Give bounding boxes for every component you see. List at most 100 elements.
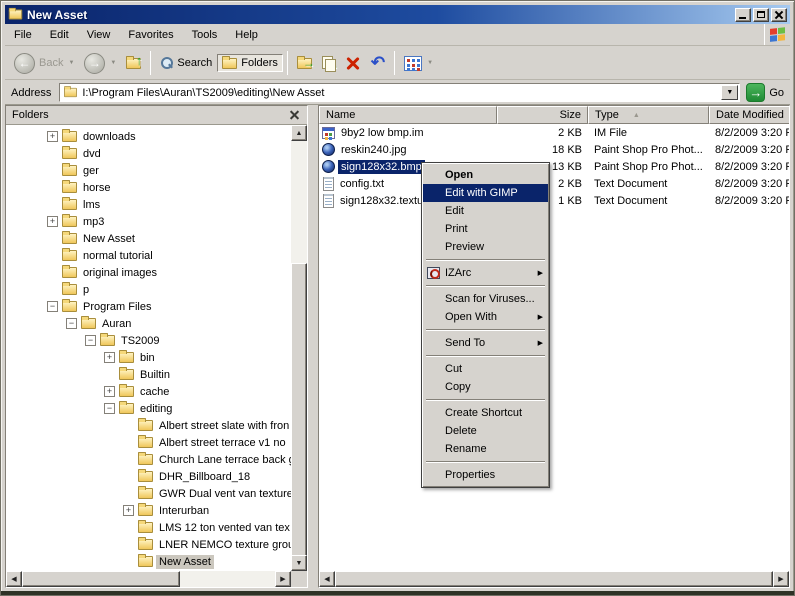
scroll-thumb[interactable]	[22, 571, 180, 587]
context-menu-item-copy[interactable]: Copy	[423, 378, 548, 396]
context-menu-item-scan-for-viruses[interactable]: Scan for Viruses...	[423, 290, 548, 308]
up-button[interactable]: ↑	[121, 55, 146, 72]
context-menu-item-send-to[interactable]: Send To▶	[423, 334, 548, 352]
delete-button[interactable]	[340, 52, 366, 74]
menu-file[interactable]: File	[5, 26, 41, 44]
expand-toggle-icon[interactable]: +	[47, 131, 58, 142]
tree-item-ger[interactable]: ger	[6, 162, 291, 179]
expand-toggle-icon[interactable]: +	[47, 216, 58, 227]
tree-item-interurban[interactable]: +Interurban	[6, 502, 291, 519]
column-header-date-modified[interactable]: Date Modified	[709, 106, 790, 124]
menu-view[interactable]: View	[78, 26, 120, 44]
tree-item-gwr-dual-vent-van-texture[interactable]: GWR Dual vent van texture	[6, 485, 291, 502]
forward-dropdown-icon[interactable]: ▼	[110, 60, 116, 66]
tree-item-lms-12-ton-vented-van-tex[interactable]: LMS 12 ton vented van tex	[6, 519, 291, 536]
folder-icon	[62, 165, 77, 176]
tree-item-original-images[interactable]: original images	[6, 264, 291, 281]
tree-vertical-scrollbar[interactable]: ▲ ▼	[291, 125, 307, 571]
copy-to-button[interactable]: →	[317, 53, 340, 73]
tree-item-program-files[interactable]: −Program Files	[6, 298, 291, 315]
context-menu-item-delete[interactable]: Delete	[423, 422, 548, 440]
back-dropdown-icon[interactable]: ▼	[68, 60, 74, 66]
tree-item-new-asset[interactable]: New Asset	[6, 553, 291, 570]
forward-button[interactable]: → ▼	[79, 50, 121, 77]
scroll-right-button[interactable]: ▶	[773, 571, 789, 587]
expand-toggle-icon[interactable]: −	[66, 318, 77, 329]
file-row-reskin240-jpg[interactable]: reskin240.jpg18 KBPaint Shop Pro Phot...…	[319, 141, 789, 158]
context-menu-item-print[interactable]: Print	[423, 220, 548, 238]
go-button[interactable]: → Go	[746, 83, 786, 102]
scroll-down-button[interactable]: ▼	[291, 555, 307, 571]
context-menu-item-preview[interactable]: Preview	[423, 238, 548, 256]
file-list-horizontal-scrollbar[interactable]: ◀ ▶	[319, 571, 789, 587]
folders-panel-close-icon[interactable]	[288, 109, 301, 122]
tree-item-cache[interactable]: +cache	[6, 383, 291, 400]
scroll-left-button[interactable]: ◀	[319, 571, 335, 587]
tree-item-editing[interactable]: −editing	[6, 400, 291, 417]
menu-tools[interactable]: Tools	[183, 26, 227, 44]
back-button[interactable]: ← Back ▼	[9, 50, 79, 77]
search-button[interactable]: Search	[155, 54, 217, 73]
tree-item-mp3[interactable]: +mp3	[6, 213, 291, 230]
tree-item-downloads[interactable]: +downloads	[6, 128, 291, 145]
views-dropdown-icon[interactable]: ▼	[427, 60, 433, 66]
expand-toggle-icon[interactable]: +	[104, 352, 115, 363]
tree-item-auran[interactable]: −Auran	[6, 315, 291, 332]
scroll-left-button[interactable]: ◀	[6, 571, 22, 587]
scroll-thumb[interactable]	[291, 263, 307, 557]
tree-item-ts2009[interactable]: −TS2009	[6, 332, 291, 349]
context-menu-item-open-with[interactable]: Open With▶	[423, 308, 548, 326]
expand-toggle-icon[interactable]: +	[104, 386, 115, 397]
tree-item-church-lane-terrace-back-g[interactable]: Church Lane terrace back g	[6, 451, 291, 468]
views-button[interactable]: ▼	[399, 53, 438, 74]
scroll-thumb[interactable]	[335, 571, 773, 587]
tree-horizontal-scrollbar[interactable]: ◀ ▶	[6, 571, 291, 587]
address-input[interactable]: I:\Program Files\Auran\TS2009\editing\Ne…	[59, 83, 740, 102]
tree-item-p[interactable]: p	[6, 281, 291, 298]
undo-button[interactable]: ↶	[366, 52, 390, 74]
file-row-sign128x32-bmp[interactable]: sign128x32.bmp13 KBPaint Shop Pro Phot..…	[319, 158, 789, 175]
tree-item-albert-street-terrace-v1-no[interactable]: Albert street terrace v1 no	[6, 434, 291, 451]
tree-item-builtin[interactable]: Builtin	[6, 366, 291, 383]
context-menu-item-izarc[interactable]: IZArc▶	[423, 264, 548, 282]
maximize-button[interactable]	[753, 8, 769, 22]
column-header-type[interactable]: Type▲	[588, 106, 709, 124]
expand-toggle-icon[interactable]: −	[47, 301, 58, 312]
tree-item-dhr-billboard-18[interactable]: DHR_Billboard_18	[6, 468, 291, 485]
context-menu-item-open[interactable]: Open	[423, 166, 548, 184]
column-header-name[interactable]: Name	[319, 106, 497, 124]
file-size-cell: 18 KB	[497, 144, 588, 156]
address-dropdown-button[interactable]: ▼	[721, 85, 738, 100]
tree-item-albert-street-slate-with-fron[interactable]: Albert street slate with fron	[6, 417, 291, 434]
panel-splitter[interactable]	[308, 105, 318, 588]
context-menu-item-edit[interactable]: Edit	[423, 202, 548, 220]
tree-item-normal-tutorial[interactable]: normal tutorial	[6, 247, 291, 264]
file-row-config-txt[interactable]: config.txt2 KBText Document8/2/2009 3:20…	[319, 175, 789, 192]
expand-toggle-icon[interactable]: −	[104, 403, 115, 414]
file-row-9by2-low-bmp-im[interactable]: 9by2 low bmp.im2 KBIM File8/2/2009 3:20 …	[319, 124, 789, 141]
tree-item-horse[interactable]: horse	[6, 179, 291, 196]
menu-edit[interactable]: Edit	[41, 26, 78, 44]
move-to-button[interactable]: →	[292, 55, 317, 72]
column-header-size[interactable]: Size	[497, 106, 588, 124]
folders-button[interactable]: Folders	[217, 54, 283, 72]
minimize-button[interactable]	[735, 8, 751, 22]
tree-item-bin[interactable]: +bin	[6, 349, 291, 366]
menu-favorites[interactable]: Favorites	[119, 26, 182, 44]
expand-toggle-icon[interactable]: −	[85, 335, 96, 346]
context-menu-item-rename[interactable]: Rename	[423, 440, 548, 458]
scroll-right-button[interactable]: ▶	[275, 571, 291, 587]
expand-toggle-icon[interactable]: +	[123, 505, 134, 516]
context-menu-item-create-shortcut[interactable]: Create Shortcut	[423, 404, 548, 422]
close-button[interactable]	[771, 8, 787, 22]
context-menu-item-properties[interactable]: Properties	[423, 466, 548, 484]
tree-item-lner-nemco-texture-group[interactable]: LNER NEMCO texture group	[6, 536, 291, 553]
context-menu-item-edit-with-gimp[interactable]: Edit with GIMP	[423, 184, 548, 202]
scroll-up-button[interactable]: ▲	[291, 125, 307, 141]
context-menu-item-cut[interactable]: Cut	[423, 360, 548, 378]
tree-item-dvd[interactable]: dvd	[6, 145, 291, 162]
tree-item-lms[interactable]: lms	[6, 196, 291, 213]
menu-help[interactable]: Help	[226, 26, 267, 44]
tree-item-new-asset[interactable]: New Asset	[6, 230, 291, 247]
file-row-sign128x32-textu[interactable]: sign128x32.textu1 KBText Document8/2/200…	[319, 192, 789, 209]
